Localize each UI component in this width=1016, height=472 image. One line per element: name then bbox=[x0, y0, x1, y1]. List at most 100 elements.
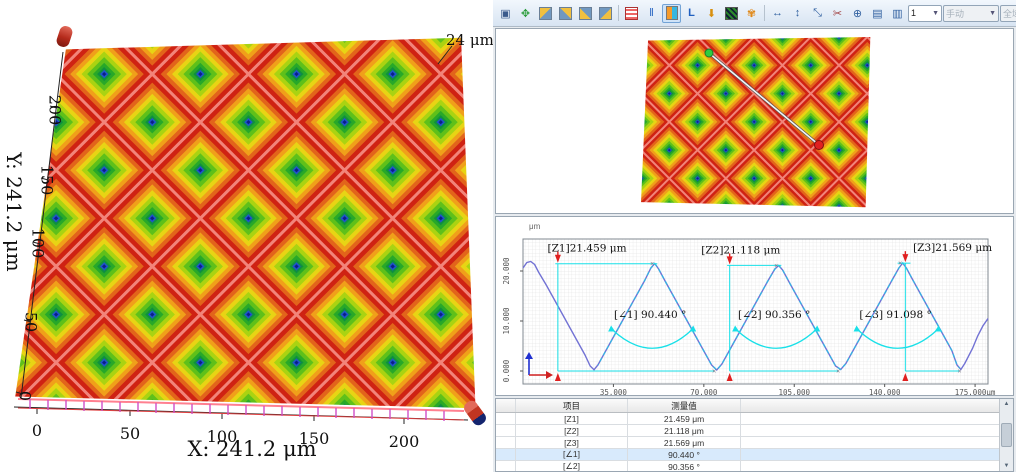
x-tick: 50 bbox=[120, 424, 140, 443]
view-cube-front-icon[interactable] bbox=[596, 4, 615, 23]
table-row[interactable]: [∠1]90.440 ° bbox=[496, 449, 1013, 461]
center-icon[interactable]: ⊕ bbox=[848, 4, 867, 23]
svg-text:[∠1] 90.440 °: [∠1] 90.440 ° bbox=[614, 309, 686, 321]
cell bbox=[741, 413, 1013, 424]
svg-text:[∠3] 91.098 °: [∠3] 91.098 ° bbox=[859, 309, 931, 321]
rows-icon[interactable]: ▤ bbox=[868, 4, 887, 23]
svg-text:140.000: 140.000 bbox=[869, 388, 901, 395]
mode-select[interactable]: 手动▼ bbox=[943, 5, 999, 22]
red-grid-icon[interactable] bbox=[622, 4, 641, 23]
scroll-up-button[interactable]: ▲ bbox=[1004, 399, 1010, 409]
columns-icon[interactable]: ▥ bbox=[888, 4, 907, 23]
svg-text:10.000: 10.000 bbox=[502, 307, 511, 335]
svg-text:μm: μm bbox=[529, 222, 541, 231]
axes-icon[interactable]: L bbox=[682, 4, 701, 23]
measure-diagonal-icon[interactable]: ⤡ bbox=[808, 4, 827, 23]
svg-text:[Z3]21.569 μm: [Z3]21.569 μm bbox=[913, 242, 992, 254]
y-axis-label: Y: 241.2 μm bbox=[2, 152, 26, 271]
scroll-down-button[interactable]: ▼ bbox=[1004, 461, 1010, 471]
view-cube-right-icon[interactable] bbox=[556, 4, 575, 23]
measure-start-point bbox=[705, 49, 713, 57]
range-select[interactable]: 全域▼ bbox=[1000, 5, 1016, 22]
svg-text:20.000: 20.000 bbox=[502, 257, 511, 285]
top-view-panel[interactable] bbox=[495, 28, 1014, 214]
profile-chart[interactable]: μm 0.000 10.000 20.000 35.000 70.000 105.000 14… bbox=[496, 217, 1013, 395]
table-row[interactable]: [Z2]21.118 μm bbox=[496, 425, 1013, 437]
table-row[interactable]: [Z1]21.459 μm bbox=[496, 413, 1013, 425]
arrow-down-icon[interactable]: ⬇ bbox=[702, 4, 721, 23]
view-cube-left-icon[interactable] bbox=[536, 4, 555, 23]
value-cell: 90.356 ° bbox=[628, 461, 741, 472]
x-tick: 0 bbox=[32, 421, 42, 440]
svg-text:×: × bbox=[712, 369, 716, 376]
item-cell: [Z3] bbox=[516, 437, 628, 448]
cell bbox=[496, 437, 516, 448]
svg-text:×: × bbox=[898, 261, 902, 268]
measure-end-point bbox=[815, 141, 824, 150]
svg-text:35.000: 35.000 bbox=[600, 388, 628, 395]
x-tick: 200 bbox=[389, 432, 420, 451]
svg-text:×: × bbox=[774, 263, 778, 270]
x-tick: 150 bbox=[299, 429, 330, 448]
cell bbox=[741, 461, 1013, 472]
item-cell: [Z1] bbox=[516, 413, 628, 424]
cell bbox=[741, 437, 1013, 448]
svg-text:70.000: 70.000 bbox=[690, 388, 718, 395]
profile-count-select[interactable]: 1▼ bbox=[908, 5, 942, 22]
cell bbox=[496, 413, 516, 424]
cell bbox=[496, 449, 516, 460]
view-cube-top-icon[interactable] bbox=[576, 4, 595, 23]
y-tick: 150 bbox=[38, 165, 57, 196]
slope-correction-icon[interactable] bbox=[722, 4, 741, 23]
item-cell: [∠2] bbox=[516, 461, 628, 472]
cut-icon[interactable]: ✂ bbox=[828, 4, 847, 23]
fit-view-icon[interactable]: ✥ bbox=[516, 4, 535, 23]
y-tick: 0 bbox=[16, 391, 35, 401]
table-row[interactable]: [∠2]90.356 ° bbox=[496, 461, 1013, 472]
surface-3d-image[interactable] bbox=[8, 26, 490, 416]
svg-text:×: × bbox=[836, 369, 840, 376]
table-row[interactable]: [Z3]21.569 μm bbox=[496, 437, 1013, 449]
cell bbox=[496, 425, 516, 436]
svg-text:×: × bbox=[650, 261, 654, 268]
table-header-row[interactable]: 项目测量值 bbox=[496, 399, 1013, 413]
value-cell: 测量值 bbox=[628, 399, 741, 412]
scrollbar-thumb[interactable] bbox=[1001, 423, 1012, 447]
measure-vertical-icon[interactable]: ↕ bbox=[788, 4, 807, 23]
svg-text:0.000: 0.000 bbox=[502, 359, 511, 382]
value-cell: 21.118 μm bbox=[628, 425, 741, 436]
value-cell: 90.440 ° bbox=[628, 449, 741, 460]
cell bbox=[741, 399, 1013, 412]
item-cell: [Z2] bbox=[516, 425, 628, 436]
pause-icon[interactable]: ‖ bbox=[642, 4, 661, 23]
measurement-table[interactable]: 项目测量值[Z1]21.459 μm[Z2]21.118 μm[Z3]21.56… bbox=[495, 398, 1014, 472]
cell bbox=[741, 425, 1013, 436]
y-tick: 100 bbox=[29, 228, 48, 259]
x-tick: 100 bbox=[207, 427, 238, 446]
value-cell: 21.569 μm bbox=[628, 437, 741, 448]
svg-text:×: × bbox=[958, 369, 962, 376]
svg-text:105.000: 105.000 bbox=[778, 388, 810, 395]
palette-icon[interactable]: ✾ bbox=[742, 4, 761, 23]
svg-text:[Z1]21.459 μm: [Z1]21.459 μm bbox=[548, 243, 627, 255]
cell bbox=[741, 449, 1013, 460]
color-scale-icon[interactable] bbox=[662, 4, 681, 23]
surface-view-icon[interactable]: ▣ bbox=[496, 4, 515, 23]
measure-horizontal-icon[interactable]: ↔ bbox=[768, 4, 787, 23]
surface-3d-view[interactable]: 24 μm X: 241.2 μm Y: 241.2 μm 0501001502… bbox=[0, 0, 493, 472]
value-cell: 21.459 μm bbox=[628, 413, 741, 424]
analysis-panel: ▣✥‖L⬇✾↔↕⤡✂⊕▤▥1▼手动▼全域▼✖✦-um✓▭⧗ bbox=[493, 0, 1016, 472]
toolbar: ▣✥‖L⬇✾↔↕⤡✂⊕▤▥1▼手动▼全域▼✖✦-um✓▭⧗ bbox=[493, 0, 1016, 27]
surface-top-image[interactable] bbox=[641, 37, 875, 209]
table-scrollbar[interactable]: ▲ ▼ bbox=[999, 399, 1013, 471]
y-tick: 50 bbox=[22, 312, 41, 332]
item-cell: 项目 bbox=[516, 399, 628, 412]
cell bbox=[496, 399, 516, 412]
profile-chart-panel[interactable]: μm 0.000 10.000 20.000 35.000 70.000 105.000 14… bbox=[495, 216, 1014, 396]
svg-text:[∠2] 90.356 °: [∠2] 90.356 ° bbox=[738, 309, 810, 321]
y-tick: 200 bbox=[46, 95, 65, 126]
cell bbox=[496, 461, 516, 472]
svg-text:[Z2]21.118 μm: [Z2]21.118 μm bbox=[701, 244, 780, 256]
item-cell: [∠1] bbox=[516, 449, 628, 460]
svg-text:175.000μm: 175.000μm bbox=[955, 388, 996, 395]
